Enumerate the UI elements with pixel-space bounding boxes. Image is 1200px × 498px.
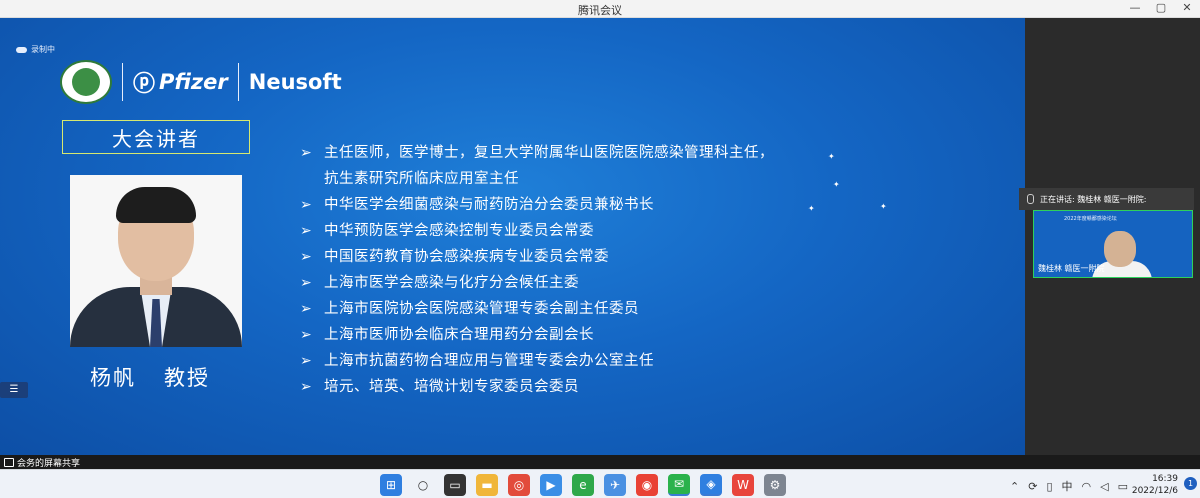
search-icon[interactable]: ○ <box>412 474 434 496</box>
video-header-text: 2022年度赣鄱感染论坛 <box>1064 216 1117 222</box>
netease-music-icon[interactable]: ◎ <box>508 474 530 496</box>
wechat-icon[interactable]: ✉ <box>668 474 690 496</box>
notification-badge[interactable]: 1 <box>1184 477 1197 490</box>
hospital-seal-logo <box>60 60 112 104</box>
recording-label: 录制中 <box>31 45 55 54</box>
participant-video-tile[interactable]: 2022年度赣鄱感染论坛 魏桂林 赣医一附院 <box>1033 210 1193 278</box>
settings-icon[interactable]: ⚙ <box>764 474 786 496</box>
divider <box>122 63 123 101</box>
bio-item: 上海市医院协会医院感染管理专委会副主任委员 <box>300 296 1000 322</box>
taskview-icon[interactable]: ▭ <box>444 474 466 496</box>
edge-icon[interactable]: e <box>572 474 594 496</box>
star-decoration-icon: ✦ <box>828 152 835 161</box>
share-status-bar: 会务的屏幕共享 <box>0 455 1200 469</box>
file-explorer-icon[interactable]: ▬ <box>476 474 498 496</box>
maximize-button[interactable]: ▢ <box>1154 1 1168 14</box>
participant-name: 魏桂林 赣医一附院 <box>1038 264 1105 273</box>
star-decoration-icon: ✦ <box>880 202 887 211</box>
pfizer-logo: ⓟ Pfizer <box>133 66 228 98</box>
window-titlebar: 腾讯会议 — ▢ ✕ <box>0 0 1200 18</box>
device-icon[interactable]: ▯ <box>1046 480 1052 493</box>
bio-item: 上海市医学会感染与化疗分会候任主委 <box>300 270 1000 296</box>
mic-icon <box>1027 194 1034 204</box>
bio-item: 中国医药教育协会感染疾病专业委员会常委 <box>300 244 1000 270</box>
neusoft-logo: Neusoft <box>248 70 342 94</box>
system-clock[interactable]: 16:39 2022/12/6 <box>1118 473 1178 497</box>
sync-icon[interactable]: ⟳ <box>1028 480 1037 493</box>
feishu-icon[interactable]: ✈ <box>604 474 626 496</box>
minimize-button[interactable]: — <box>1128 1 1142 14</box>
clock-time: 16:39 <box>1152 474 1178 484</box>
recording-indicator[interactable]: 录制中 <box>16 44 55 55</box>
screen-share-icon <box>4 458 14 467</box>
speaker-photo <box>70 175 242 347</box>
bio-item: 上海市医师协会临床合理用药分会副会长 <box>300 322 1000 348</box>
share-label[interactable]: 会务的屏幕共享 <box>17 456 80 469</box>
logo-strip: ⓟ Pfizer Neusoft <box>60 58 380 106</box>
active-speaker-bar: 正在讲话: 魏桂林 赣医一附院: <box>1019 188 1194 210</box>
speaker-heading-box: 大会讲者 <box>62 120 250 154</box>
star-decoration-icon: ✦ <box>833 180 840 189</box>
window-title: 腾讯会议 <box>578 4 622 17</box>
clock-date: 2022/12/6 <box>1131 486 1178 496</box>
speaker-bio-list: 主任医师，医学博士，复旦大学附属华山医院医院感染管理科主任， 抗生素研究所临床应… <box>300 140 1000 400</box>
taskbar: ⊞ ○ ▭ ▬ ◎ ▶ e ✈ ◉ ✉ ◈ W ⚙ ⌃ ⟳ ▯ 中 ◠ ◁ ▭ … <box>0 469 1200 498</box>
speaker-name: 杨帆 <box>90 366 136 390</box>
bio-item: 抗生素研究所临床应用室主任 <box>324 171 519 187</box>
wps-icon[interactable]: W <box>732 474 754 496</box>
bio-item: 主任医师，医学博士，复旦大学附属华山医院医院感染管理科主任， <box>300 140 1000 166</box>
speaker-name-line: 杨帆 教授 <box>90 362 210 392</box>
input-language[interactable]: 中 <box>1062 478 1073 494</box>
speaker-title: 教授 <box>164 366 210 390</box>
start-icon[interactable]: ⊞ <box>380 474 402 496</box>
shared-screen: 录制中 ⓟ Pfizer Neusoft 大会讲者 杨帆 教授 主任医师，医学博士… <box>0 18 1025 455</box>
chrome-icon[interactable]: ◉ <box>636 474 658 496</box>
bio-item: 培元、培英、培微计划专家委员会委员 <box>300 374 1000 400</box>
side-menu-handle[interactable]: ☰ <box>0 382 28 398</box>
chevron-up-icon[interactable]: ⌃ <box>1010 480 1019 493</box>
bio-item: 中华预防医学会感染控制专业委员会常委 <box>300 218 1000 244</box>
close-button[interactable]: ✕ <box>1180 1 1194 14</box>
active-speaker-label: 正在讲话: 魏桂林 赣医一附院: <box>1040 194 1147 204</box>
cloud-icon <box>16 46 27 53</box>
bio-item: 中华医学会细菌感染与耐药防治分会委员兼秘书长 <box>300 192 1000 218</box>
volume-icon[interactable]: ◁ <box>1100 480 1108 493</box>
divider <box>237 63 239 101</box>
star-decoration-icon: ✦ <box>808 204 815 213</box>
wifi-icon[interactable]: ◠ <box>1082 480 1092 493</box>
tencent-meeting-icon[interactable]: ◈ <box>700 474 722 496</box>
zoom-icon[interactable]: ▶ <box>540 474 562 496</box>
bio-item: 上海市抗菌药物合理应用与管理专委会办公室主任 <box>300 348 1000 374</box>
speaker-heading: 大会讲者 <box>112 126 200 151</box>
pfizer-mark-icon: ⓟ <box>133 72 156 97</box>
